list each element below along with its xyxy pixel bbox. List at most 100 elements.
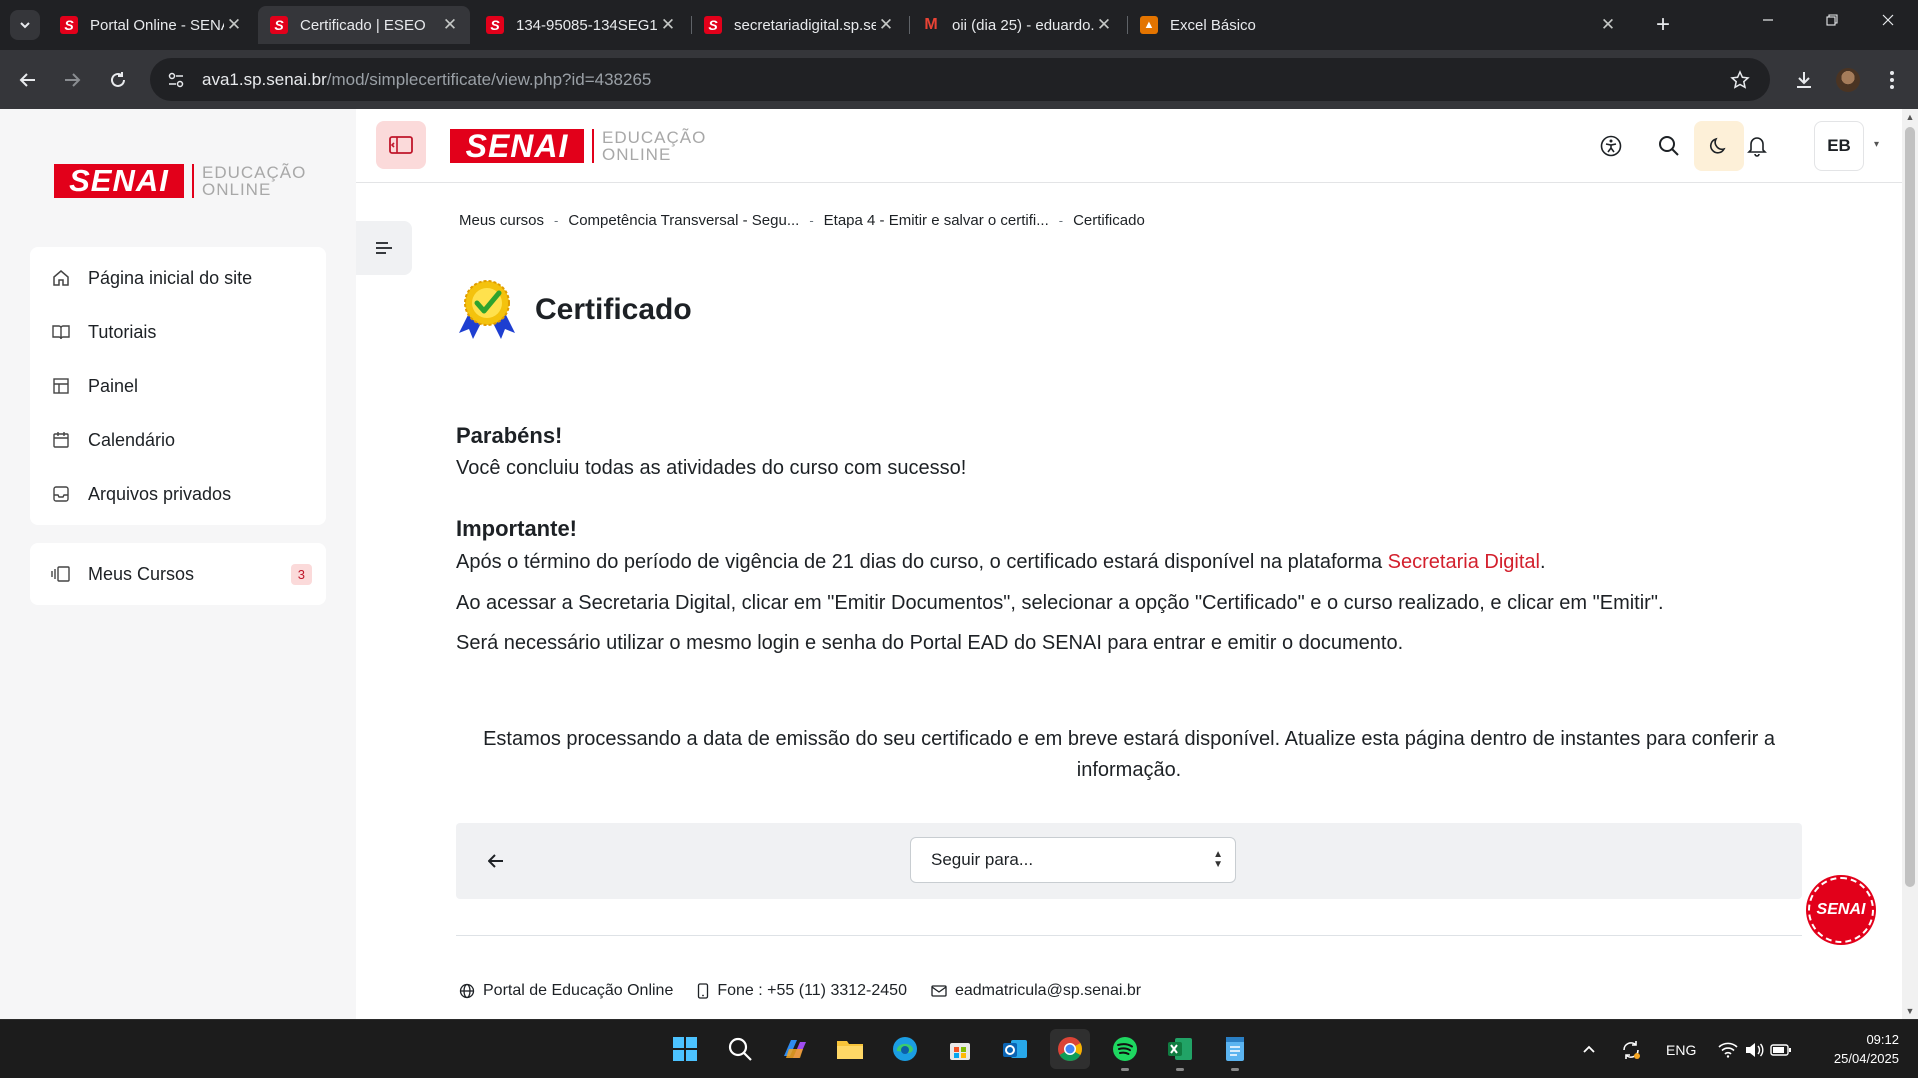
profile-button[interactable]	[1832, 64, 1864, 96]
close-icon	[1882, 14, 1894, 26]
notepad-icon[interactable]	[1215, 1029, 1255, 1071]
browser-tab[interactable]: S 134-95085-134SEG1S25CA ✕	[474, 6, 688, 44]
browser-tab[interactable]: S Portal Online - SENAI-SP - ✕	[48, 6, 254, 44]
page-viewport: SENAI EDUCAÇÃO ONLINE Página inicial do …	[0, 109, 1918, 1019]
page-scrollbar[interactable]: ▲ ▼	[1902, 109, 1918, 1019]
minimize-button[interactable]	[1738, 0, 1798, 40]
battery-icon	[1770, 1043, 1791, 1056]
url-text[interactable]: ava1.sp.senai.br/mod/simplecertificate/v…	[202, 70, 1720, 90]
new-tab-button[interactable]: +	[1648, 10, 1678, 40]
browser-menu-button[interactable]	[1876, 64, 1908, 96]
browser-tab[interactable]: S secretariadigital.sp.senai.br ✕	[692, 6, 906, 44]
previous-activity-button[interactable]	[484, 849, 508, 873]
chevron-up-icon	[1583, 1045, 1595, 1053]
sidebar-item-painel[interactable]: Painel	[30, 359, 326, 413]
senai-icon: S	[486, 16, 504, 34]
home-icon	[50, 267, 72, 289]
search-icon	[728, 1037, 752, 1061]
outlook-icon[interactable]	[995, 1029, 1035, 1069]
network-volume-battery-button[interactable]	[1718, 1020, 1792, 1078]
restore-icon	[1826, 14, 1838, 26]
site-info-button[interactable]	[158, 65, 194, 95]
footer-email[interactable]: eadmatricula@sp.senai.br	[931, 982, 1141, 1000]
address-bar[interactable]: ava1.sp.senai.br/mod/simplecertificate/v…	[150, 58, 1770, 101]
close-window-button[interactable]	[1858, 0, 1918, 40]
restore-button[interactable]	[1802, 0, 1862, 40]
close-tab-icon[interactable]: ✕	[440, 15, 460, 35]
close-tab-icon[interactable]: ✕	[658, 15, 678, 35]
globe-icon	[459, 983, 475, 999]
secretaria-digital-link[interactable]: Secretaria Digital	[1388, 551, 1540, 573]
tab-search-button[interactable]	[10, 10, 40, 40]
bookmark-button[interactable]	[1720, 60, 1760, 100]
jump-to-select[interactable]: Seguir para... ▲ ▼	[910, 837, 1236, 883]
chevron-down-icon	[20, 22, 30, 29]
processing-notice: Estamos processando a data de emissão do…	[483, 728, 1775, 781]
drawer-toggle-button[interactable]	[376, 121, 426, 169]
microsoft-store-icon[interactable]	[940, 1029, 980, 1069]
user-menu-caret-icon[interactable]: ▾	[1874, 139, 1879, 150]
edge-browser-icon[interactable]	[885, 1029, 925, 1069]
availability-paragraph: Após o término do período de vigência de…	[456, 551, 1546, 573]
sidebar-item-home[interactable]: Página inicial do site	[30, 251, 326, 305]
breadcrumb-link[interactable]: Meus cursos	[459, 212, 544, 229]
sync-status-button[interactable]	[1620, 1020, 1642, 1078]
downloads-button[interactable]	[1788, 64, 1820, 96]
scroll-down-arrow-icon[interactable]: ▼	[1902, 1003, 1918, 1019]
senai-icon: S	[60, 16, 78, 34]
file-explorer-icon[interactable]	[830, 1029, 870, 1069]
browser-tab-active[interactable]: S Certificado | ESEO ✕	[258, 6, 470, 44]
more-vertical-icon	[1890, 71, 1894, 89]
back-button[interactable]	[12, 64, 44, 96]
mobile-phone-icon	[698, 983, 709, 999]
chrome-icon[interactable]	[1050, 1029, 1090, 1069]
course-index-toggle[interactable]	[356, 221, 412, 275]
arrow-left-icon	[488, 854, 503, 868]
reload-button[interactable]	[102, 64, 134, 96]
breadcrumb-link[interactable]: Etapa 4 - Emitir e salvar o certifi...	[824, 212, 1049, 229]
reload-icon	[111, 72, 125, 87]
breadcrumb-current: Certificado	[1073, 212, 1145, 229]
sidebar-item-arquivos[interactable]: Arquivos privados	[30, 467, 326, 521]
taskbar-clock[interactable]: 09:12 25/04/2025	[1815, 1030, 1899, 1068]
tray-overflow-button[interactable]	[1582, 1020, 1596, 1078]
calendar-icon	[50, 429, 72, 451]
scrollbar-thumb[interactable]	[1905, 127, 1915, 887]
breadcrumb-link[interactable]: Competência Transversal - Segu...	[568, 212, 799, 229]
senai-icon: S	[270, 16, 288, 34]
spotify-icon[interactable]	[1105, 1029, 1145, 1071]
accessibility-button[interactable]	[1586, 121, 1636, 171]
taskbar-search-button[interactable]	[720, 1029, 760, 1069]
close-tab-icon[interactable]: ✕	[224, 15, 244, 35]
close-tab-icon[interactable]: ✕	[1598, 15, 1618, 35]
excel-icon[interactable]	[1160, 1029, 1200, 1071]
browser-tab[interactable]: ▲ Excel Básico ✕	[1128, 6, 1628, 44]
volume-icon	[1746, 1042, 1764, 1057]
sidebar-item-meus-cursos[interactable]: Meus Cursos 3	[30, 543, 326, 605]
senai-logo[interactable]: SENAI EDUCAÇÃO ONLINE	[54, 163, 306, 198]
left-drawer: SENAI EDUCAÇÃO ONLINE Página inicial do …	[0, 109, 356, 1019]
senai-floating-button[interactable]: SENAI	[1808, 877, 1874, 943]
inbox-icon	[50, 483, 72, 505]
senai-logo-header[interactable]: SENAI EDUCAÇÃO ONLINE	[450, 128, 706, 164]
footer-portal[interactable]: Portal de Educação Online	[459, 982, 673, 1000]
language-indicator[interactable]: ENG	[1666, 1020, 1696, 1078]
start-button[interactable]	[665, 1029, 705, 1069]
dashboard-icon	[50, 375, 72, 397]
forward-button[interactable]	[56, 64, 88, 96]
close-tab-icon[interactable]: ✕	[1094, 15, 1114, 35]
sidebar-item-tutoriais[interactable]: Tutoriais	[30, 305, 326, 359]
star-icon	[1730, 69, 1750, 89]
site-menu: Página inicial do site Tutoriais Painel …	[30, 247, 326, 525]
sidebar-item-calendario[interactable]: Calendário	[30, 413, 326, 467]
minimize-icon	[1763, 19, 1773, 21]
browser-tab[interactable]: M oii (dia 25) - eduardo.b.silv ✕	[910, 6, 1124, 44]
envelope-icon	[931, 985, 947, 997]
search-button[interactable]	[1644, 121, 1694, 171]
notifications-button[interactable]	[1732, 121, 1782, 171]
close-tab-icon[interactable]: ✕	[876, 15, 896, 35]
user-menu-button[interactable]: EB	[1814, 121, 1864, 171]
scroll-up-arrow-icon[interactable]: ▲	[1902, 109, 1918, 125]
sync-icon	[1623, 1040, 1640, 1059]
m365-app-icon[interactable]	[775, 1029, 815, 1069]
